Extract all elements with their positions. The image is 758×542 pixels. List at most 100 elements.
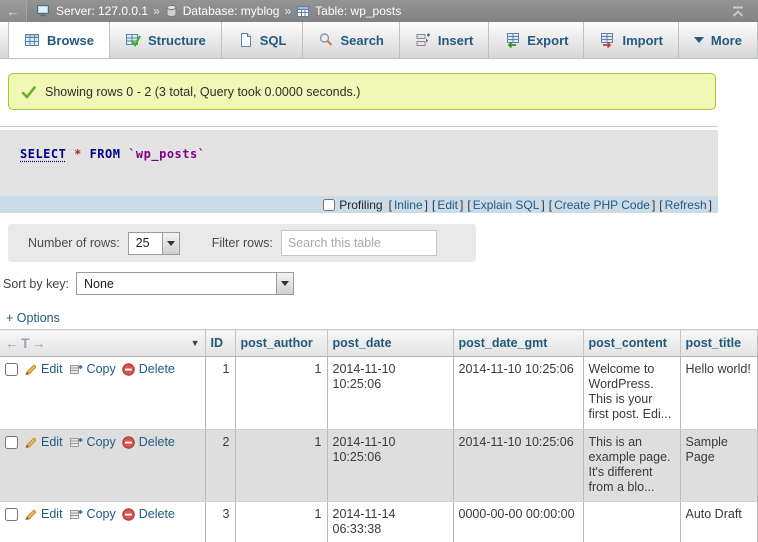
copy-row-link[interactable]: Copy	[69, 435, 116, 450]
filter-rows-label: Filter rows:	[212, 236, 273, 250]
cell-post-date-gmt[interactable]: 0000-00-00 00:00:00	[453, 502, 583, 542]
tab-label: Export	[527, 33, 568, 48]
tab-label: Structure	[148, 33, 206, 48]
cell-post-content[interactable]	[583, 502, 680, 542]
row-checkbox[interactable]	[5, 436, 18, 449]
create-php-code-link[interactable]: Create PHP Code	[554, 198, 650, 212]
cell-id[interactable]: 3	[205, 502, 235, 542]
cell-post-content[interactable]: This is an example page. It's different …	[583, 430, 680, 502]
sort-by-key-value: None	[77, 273, 276, 294]
tab-export[interactable]: Export	[489, 22, 584, 58]
column-header-post-title[interactable]: post_title	[680, 330, 757, 357]
import-icon	[599, 32, 615, 48]
cell-post-author[interactable]: 1	[235, 430, 327, 502]
breadcrumb-separator: »	[284, 4, 291, 18]
back-button[interactable]: ←	[0, 0, 27, 22]
tab-browse[interactable]: Browse	[8, 22, 110, 58]
divider	[0, 126, 718, 127]
tab-label: Search	[341, 33, 384, 48]
tab-structure[interactable]: Structure	[110, 22, 222, 58]
collapse-topmenu-button[interactable]	[730, 5, 758, 18]
column-header-post-date[interactable]: post_date	[327, 330, 453, 357]
bracket: ]	[709, 198, 712, 212]
bracket: ]	[541, 198, 544, 212]
export-icon	[504, 32, 520, 48]
tab-insert[interactable]: Insert	[400, 22, 489, 58]
column-header-post-content[interactable]: post_content	[583, 330, 680, 357]
column-header-id[interactable]: ID	[205, 330, 235, 357]
cell-post-date[interactable]: 2014-11-14 06:33:38	[327, 502, 453, 542]
edit-row-link[interactable]: Edit	[24, 435, 63, 450]
sort-by-key-select[interactable]: None	[76, 272, 294, 295]
database-icon	[165, 4, 178, 18]
tab-label: More	[711, 33, 742, 48]
delete-label: Delete	[139, 435, 175, 450]
delete-row-link[interactable]: Delete	[122, 507, 175, 522]
edit-query-link[interactable]: Edit	[437, 198, 458, 212]
cell-post-date-gmt[interactable]: 2014-11-10 10:25:06	[453, 357, 583, 430]
copy-row-link[interactable]: Copy	[69, 362, 116, 377]
copy-icon	[69, 436, 83, 449]
chevron-down-icon	[276, 273, 293, 294]
filter-rows-input[interactable]	[281, 230, 437, 256]
cell-post-date[interactable]: 2014-11-10 10:25:06	[327, 357, 453, 430]
tab-sql[interactable]: SQL	[222, 22, 303, 58]
copy-row-link[interactable]: Copy	[69, 507, 116, 522]
inline-link[interactable]: Inline	[394, 198, 423, 212]
bracket: [	[467, 198, 470, 212]
bracket: ]	[460, 198, 463, 212]
results-controls-bar: Number of rows: 25 Filter rows:	[8, 224, 476, 262]
bracket: [	[432, 198, 435, 212]
cell-id[interactable]: 1	[205, 357, 235, 430]
cell-post-author[interactable]: 1	[235, 502, 327, 542]
refresh-link[interactable]: Refresh	[665, 198, 707, 212]
edit-row-link[interactable]: Edit	[24, 507, 63, 522]
explain-sql-link[interactable]: Explain SQL	[473, 198, 540, 212]
pencil-icon	[24, 363, 37, 376]
cell-post-date-gmt[interactable]: 2014-11-10 10:25:06	[453, 430, 583, 502]
cell-post-author[interactable]: 1	[235, 357, 327, 430]
bracket: [	[389, 198, 392, 212]
success-check-icon	[21, 85, 36, 99]
sql-icon	[237, 32, 253, 48]
column-header-post-date-gmt[interactable]: post_date_gmt	[453, 330, 583, 357]
header-actions-cell: ←T→ ▼	[0, 330, 205, 357]
row-actions-cell: Edit Copy Delete	[0, 357, 205, 430]
sql-query-box: SELECT * FROM `wp_posts`	[0, 130, 718, 196]
breadcrumb-database[interactable]: Database: myblog	[183, 4, 280, 18]
tab-search[interactable]: Search	[303, 22, 400, 58]
cell-post-title[interactable]: Auto Draft	[680, 502, 757, 542]
breadcrumb: Server: 127.0.0.1 » Database: myblog » T…	[27, 4, 401, 18]
options-toggle-link[interactable]: + Options	[6, 311, 60, 325]
row-checkbox[interactable]	[5, 363, 18, 376]
delete-row-link[interactable]: Delete	[122, 435, 175, 450]
delete-row-link[interactable]: Delete	[122, 362, 175, 377]
table-row: Edit Copy Delete 2	[0, 430, 757, 502]
tab-label: SQL	[260, 33, 287, 48]
success-message: Showing rows 0 - 2 (3 total, Query took …	[8, 73, 716, 110]
cell-id[interactable]: 2	[205, 430, 235, 502]
tab-more[interactable]: More	[679, 22, 758, 58]
sql-keyword-select[interactable]: SELECT	[20, 147, 66, 161]
cell-post-date[interactable]: 2014-11-10 10:25:06	[327, 430, 453, 502]
chevron-down-icon	[162, 233, 179, 254]
cell-post-title[interactable]: Hello world!	[680, 357, 757, 430]
table-row: Edit Copy Delete 1	[0, 357, 757, 430]
delete-icon	[122, 436, 135, 449]
tab-label: Browse	[47, 33, 94, 48]
column-header-post-author[interactable]: post_author	[235, 330, 327, 357]
cell-post-title[interactable]: Sample Page	[680, 430, 757, 502]
tab-import[interactable]: Import	[584, 22, 678, 58]
profiling-checkbox[interactable]	[323, 199, 335, 211]
breadcrumb-server[interactable]: Server: 127.0.0.1	[56, 4, 148, 18]
breadcrumb-table[interactable]: Table: wp_posts	[315, 4, 401, 18]
column-visibility-caret-icon[interactable]: ▼	[191, 338, 200, 348]
delete-icon	[122, 508, 135, 521]
number-of-rows-select[interactable]: 25	[128, 232, 180, 255]
cell-post-content[interactable]: Welcome to WordPress. This is your first…	[583, 357, 680, 430]
edit-label: Edit	[41, 507, 63, 522]
edit-row-link[interactable]: Edit	[24, 362, 63, 377]
bracket: ]	[425, 198, 428, 212]
row-checkbox[interactable]	[5, 508, 18, 521]
transpose-icon[interactable]: ←T→	[5, 335, 48, 351]
